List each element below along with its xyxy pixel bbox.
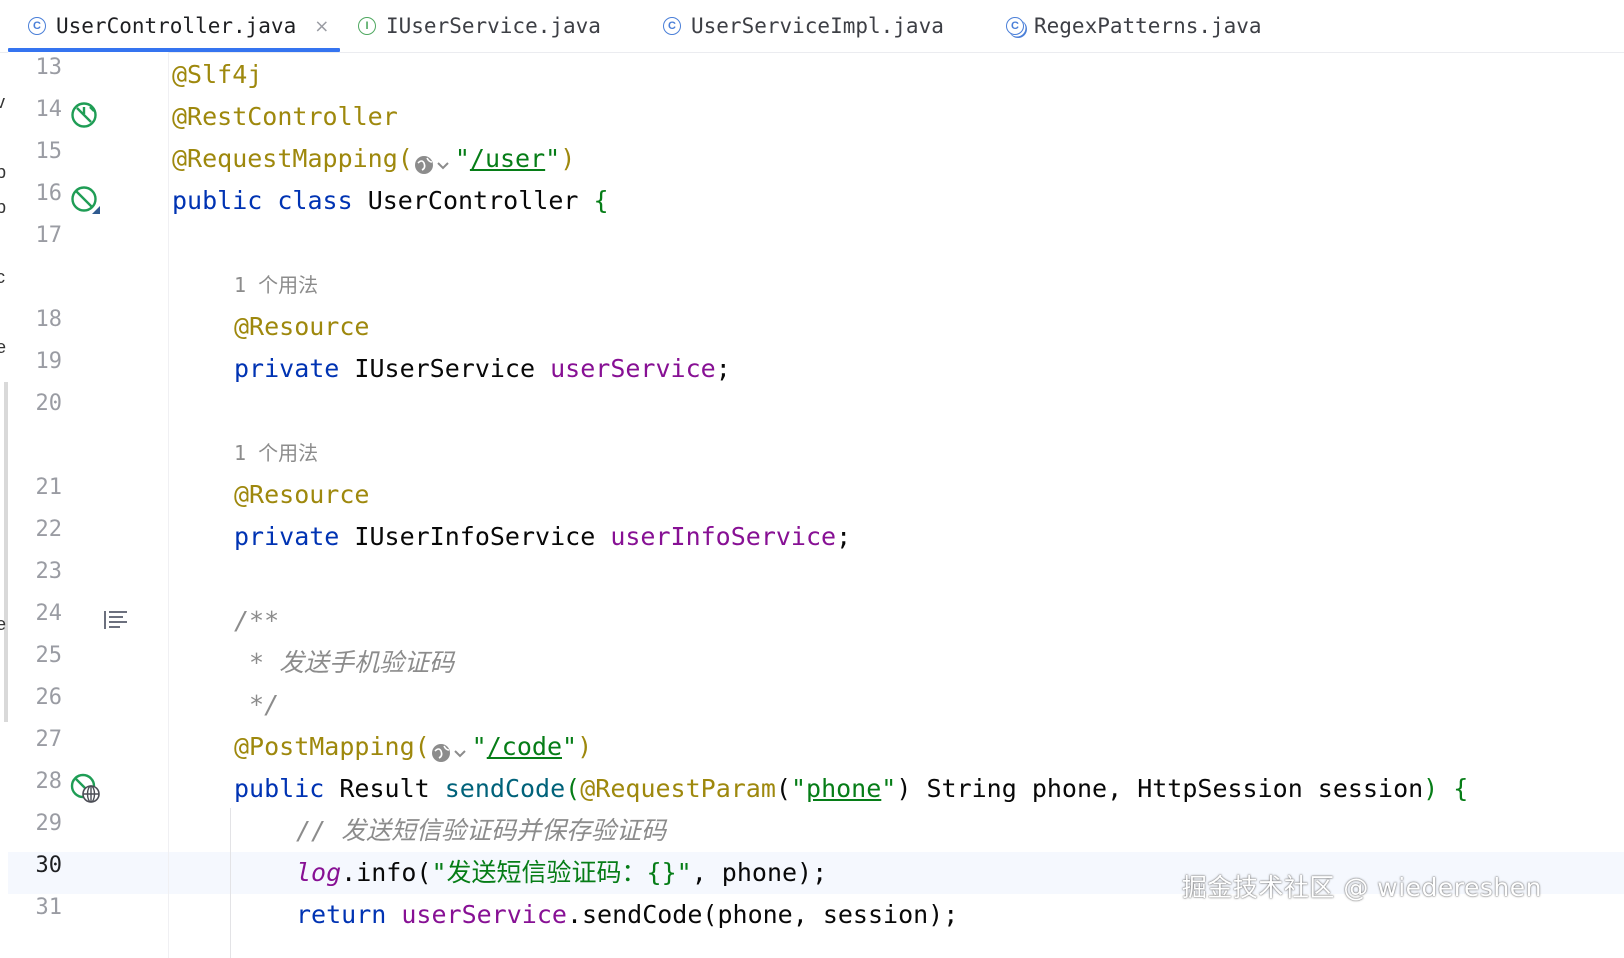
- line-number[interactable]: 24: [8, 601, 63, 626]
- line-number[interactable]: 28: [8, 769, 63, 794]
- line-number[interactable]: 31: [8, 895, 63, 920]
- toggle-rendered-view-icon[interactable]: [103, 609, 129, 631]
- spring-bean-icon[interactable]: [70, 101, 100, 131]
- code-line-13[interactable]: @Slf4j: [172, 54, 262, 96]
- line-number[interactable]: 17: [8, 223, 63, 248]
- class-icon: C: [28, 17, 46, 35]
- panel-fragment: p: [0, 162, 7, 182]
- spring-bean-icon[interactable]: [70, 185, 102, 217]
- code-line-18[interactable]: @Resource: [234, 306, 369, 348]
- line-number[interactable]: 29: [8, 811, 63, 836]
- line-number[interactable]: 25: [8, 643, 63, 668]
- usages-hint[interactable]: 1 个用法: [234, 264, 318, 306]
- code-line-27[interactable]: @PostMapping("/code"): [234, 726, 592, 768]
- panel-fragment: e: [0, 337, 7, 357]
- line-number[interactable]: 21: [8, 475, 63, 500]
- line-number[interactable]: 26: [8, 685, 63, 710]
- gutter-divider: [168, 52, 169, 958]
- line-number[interactable]: 13: [8, 55, 63, 80]
- code-line-15[interactable]: @RequestMapping("/user"): [172, 138, 575, 180]
- panel-fragment: v: [0, 92, 5, 112]
- line-number[interactable]: 14: [8, 97, 63, 122]
- globe-dropdown-icon[interactable]: [414, 148, 454, 174]
- code-line-26[interactable]: */: [234, 684, 279, 726]
- code-line-29[interactable]: // 发送短信验证码并保存验证码: [296, 810, 666, 852]
- close-icon[interactable]: ×: [314, 16, 329, 37]
- tab-label: UserServiceImpl.java: [691, 14, 944, 38]
- line-number[interactable]: 18: [8, 307, 63, 332]
- code-line-21[interactable]: @Resource: [234, 474, 369, 516]
- code-line-28[interactable]: public Result sendCode(@RequestParam("ph…: [234, 768, 1468, 810]
- line-number-current[interactable]: 30: [8, 853, 63, 878]
- panel-fragment: p: [0, 197, 7, 217]
- tab-label: IUserService.java: [386, 14, 601, 38]
- line-number[interactable]: 20: [8, 391, 63, 416]
- project-panel-edge: v p p c l e i e: [0, 52, 8, 958]
- tab-user-controller[interactable]: C UserController.java ×: [28, 0, 329, 52]
- class-icon: C: [1006, 17, 1024, 35]
- code-line-30[interactable]: log.info("发送短信验证码：{}", phone);: [296, 852, 827, 894]
- spring-endpoint-icon[interactable]: [70, 773, 102, 805]
- indent-guide: [230, 808, 231, 958]
- tab-user-service-impl[interactable]: C UserServiceImpl.java: [663, 0, 944, 52]
- editor-tab-bar: C UserController.java × I IUserService.j…: [0, 0, 1624, 53]
- code-line-19[interactable]: private IUserService userService;: [234, 348, 731, 390]
- line-number[interactable]: 22: [8, 517, 63, 542]
- code-line-31[interactable]: return userService.sendCode(phone, sessi…: [296, 894, 958, 936]
- line-number[interactable]: 23: [8, 559, 63, 584]
- code-line-14[interactable]: @RestController: [172, 96, 398, 138]
- watermark: 掘金技术社区 @ wiedereshen: [1181, 873, 1542, 902]
- url-link[interactable]: /code: [487, 732, 562, 761]
- code-line-22[interactable]: private IUserInfoService userInfoService…: [234, 516, 851, 558]
- line-number[interactable]: 16: [8, 181, 63, 206]
- tab-regex-patterns[interactable]: C RegexPatterns.java: [1006, 0, 1262, 52]
- line-number[interactable]: 15: [8, 139, 63, 164]
- tab-label: UserController.java: [56, 14, 297, 38]
- globe-dropdown-icon[interactable]: [431, 736, 471, 762]
- line-number[interactable]: 19: [8, 349, 63, 374]
- panel-fragment: e: [0, 614, 7, 634]
- tab-iuser-service[interactable]: I IUserService.java: [358, 0, 601, 52]
- code-line-24[interactable]: /**: [234, 600, 279, 642]
- tab-label: RegexPatterns.java: [1034, 14, 1262, 38]
- class-icon: C: [663, 17, 681, 35]
- code-line-25[interactable]: * 发送手机验证码: [234, 642, 454, 684]
- line-number[interactable]: 27: [8, 727, 63, 752]
- interface-icon: I: [358, 17, 376, 35]
- url-link[interactable]: /user: [470, 144, 545, 173]
- code-line-16[interactable]: public class UserController {: [172, 180, 609, 222]
- usages-hint[interactable]: 1 个用法: [234, 432, 318, 474]
- panel-fragment: c: [0, 267, 5, 287]
